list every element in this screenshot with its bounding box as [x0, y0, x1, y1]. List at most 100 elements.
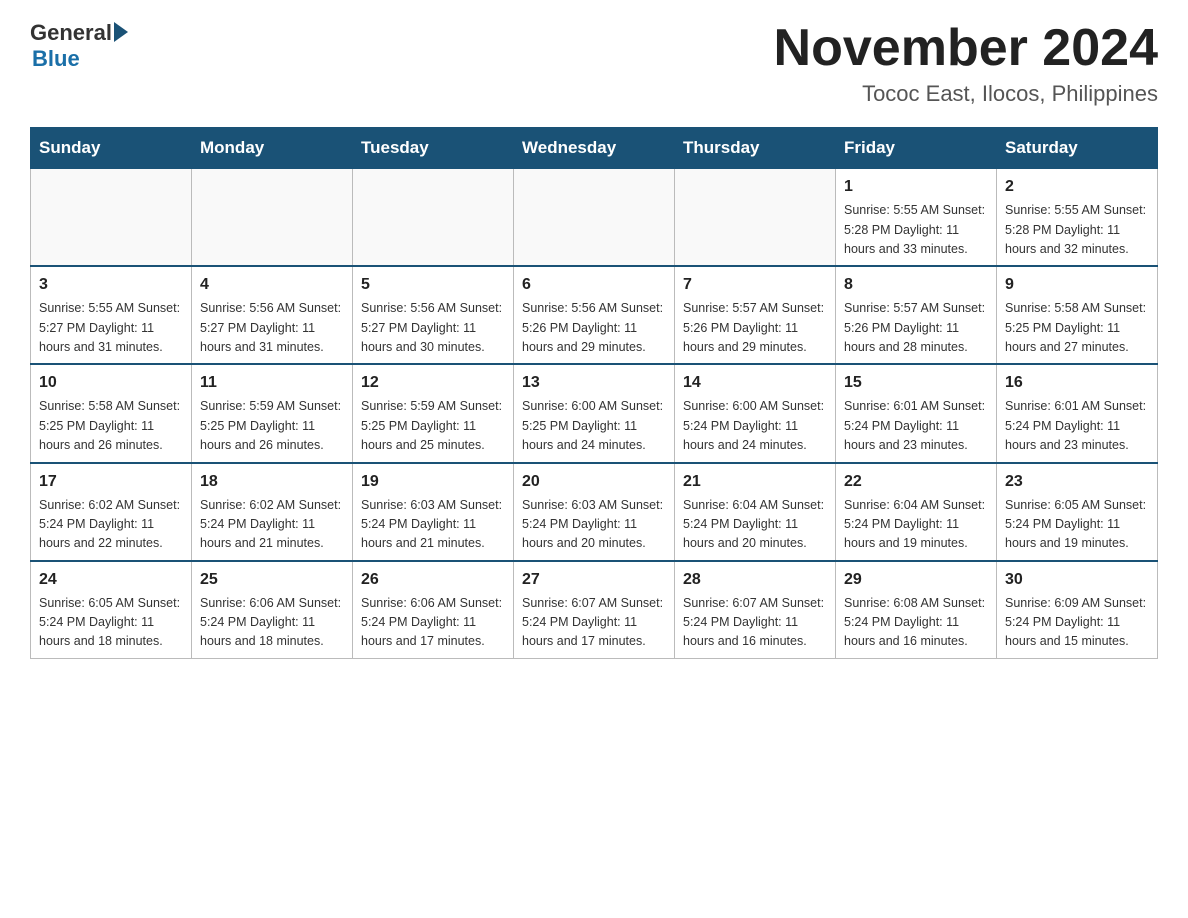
table-row: 27Sunrise: 6:07 AM Sunset: 5:24 PM Dayli… — [514, 561, 675, 659]
header-monday: Monday — [192, 128, 353, 169]
day-info: Sunrise: 5:58 AM Sunset: 5:25 PM Dayligh… — [1005, 299, 1149, 357]
day-info: Sunrise: 5:59 AM Sunset: 5:25 PM Dayligh… — [361, 397, 505, 455]
table-row: 9Sunrise: 5:58 AM Sunset: 5:25 PM Daylig… — [997, 266, 1158, 364]
table-row: 17Sunrise: 6:02 AM Sunset: 5:24 PM Dayli… — [31, 463, 192, 561]
day-number: 4 — [200, 273, 344, 297]
table-row: 11Sunrise: 5:59 AM Sunset: 5:25 PM Dayli… — [192, 364, 353, 462]
day-number: 20 — [522, 470, 666, 494]
header-saturday: Saturday — [997, 128, 1158, 169]
header-friday: Friday — [836, 128, 997, 169]
day-info: Sunrise: 6:09 AM Sunset: 5:24 PM Dayligh… — [1005, 594, 1149, 652]
table-row: 22Sunrise: 6:04 AM Sunset: 5:24 PM Dayli… — [836, 463, 997, 561]
day-info: Sunrise: 6:03 AM Sunset: 5:24 PM Dayligh… — [361, 496, 505, 554]
page-header: General Blue November 2024 Tococ East, I… — [30, 20, 1158, 107]
table-row — [192, 169, 353, 267]
calendar-week-row: 17Sunrise: 6:02 AM Sunset: 5:24 PM Dayli… — [31, 463, 1158, 561]
day-number: 19 — [361, 470, 505, 494]
header-thursday: Thursday — [675, 128, 836, 169]
day-info: Sunrise: 6:04 AM Sunset: 5:24 PM Dayligh… — [683, 496, 827, 554]
table-row: 4Sunrise: 5:56 AM Sunset: 5:27 PM Daylig… — [192, 266, 353, 364]
day-number: 8 — [844, 273, 988, 297]
day-number: 7 — [683, 273, 827, 297]
table-row: 18Sunrise: 6:02 AM Sunset: 5:24 PM Dayli… — [192, 463, 353, 561]
table-row: 26Sunrise: 6:06 AM Sunset: 5:24 PM Dayli… — [353, 561, 514, 659]
day-info: Sunrise: 6:02 AM Sunset: 5:24 PM Dayligh… — [39, 496, 183, 554]
day-number: 13 — [522, 371, 666, 395]
table-row — [353, 169, 514, 267]
header-tuesday: Tuesday — [353, 128, 514, 169]
table-row: 28Sunrise: 6:07 AM Sunset: 5:24 PM Dayli… — [675, 561, 836, 659]
day-info: Sunrise: 6:00 AM Sunset: 5:24 PM Dayligh… — [683, 397, 827, 455]
day-number: 24 — [39, 568, 183, 592]
day-number: 28 — [683, 568, 827, 592]
table-row: 5Sunrise: 5:56 AM Sunset: 5:27 PM Daylig… — [353, 266, 514, 364]
day-info: Sunrise: 6:07 AM Sunset: 5:24 PM Dayligh… — [683, 594, 827, 652]
day-number: 1 — [844, 175, 988, 199]
table-row: 19Sunrise: 6:03 AM Sunset: 5:24 PM Dayli… — [353, 463, 514, 561]
logo-blue-text: Blue — [32, 46, 128, 72]
table-row: 8Sunrise: 5:57 AM Sunset: 5:26 PM Daylig… — [836, 266, 997, 364]
table-row: 20Sunrise: 6:03 AM Sunset: 5:24 PM Dayli… — [514, 463, 675, 561]
table-row: 3Sunrise: 5:55 AM Sunset: 5:27 PM Daylig… — [31, 266, 192, 364]
calendar-week-row: 10Sunrise: 5:58 AM Sunset: 5:25 PM Dayli… — [31, 364, 1158, 462]
day-number: 22 — [844, 470, 988, 494]
table-row — [675, 169, 836, 267]
logo-general-text: General — [30, 20, 112, 46]
day-info: Sunrise: 5:56 AM Sunset: 5:26 PM Dayligh… — [522, 299, 666, 357]
day-info: Sunrise: 6:05 AM Sunset: 5:24 PM Dayligh… — [39, 594, 183, 652]
day-number: 25 — [200, 568, 344, 592]
logo-arrow-icon — [114, 22, 128, 42]
title-block: November 2024 Tococ East, Ilocos, Philip… — [774, 20, 1158, 107]
day-info: Sunrise: 6:04 AM Sunset: 5:24 PM Dayligh… — [844, 496, 988, 554]
calendar-week-row: 1Sunrise: 5:55 AM Sunset: 5:28 PM Daylig… — [31, 169, 1158, 267]
day-info: Sunrise: 5:59 AM Sunset: 5:25 PM Dayligh… — [200, 397, 344, 455]
day-number: 10 — [39, 371, 183, 395]
day-info: Sunrise: 6:05 AM Sunset: 5:24 PM Dayligh… — [1005, 496, 1149, 554]
day-info: Sunrise: 5:56 AM Sunset: 5:27 PM Dayligh… — [361, 299, 505, 357]
day-info: Sunrise: 6:01 AM Sunset: 5:24 PM Dayligh… — [844, 397, 988, 455]
day-info: Sunrise: 6:00 AM Sunset: 5:25 PM Dayligh… — [522, 397, 666, 455]
table-row: 2Sunrise: 5:55 AM Sunset: 5:28 PM Daylig… — [997, 169, 1158, 267]
table-row: 24Sunrise: 6:05 AM Sunset: 5:24 PM Dayli… — [31, 561, 192, 659]
table-row: 6Sunrise: 5:56 AM Sunset: 5:26 PM Daylig… — [514, 266, 675, 364]
calendar-week-row: 3Sunrise: 5:55 AM Sunset: 5:27 PM Daylig… — [31, 266, 1158, 364]
header-wednesday: Wednesday — [514, 128, 675, 169]
day-number: 11 — [200, 371, 344, 395]
calendar-subtitle: Tococ East, Ilocos, Philippines — [774, 81, 1158, 107]
day-number: 9 — [1005, 273, 1149, 297]
day-number: 14 — [683, 371, 827, 395]
day-number: 29 — [844, 568, 988, 592]
day-info: Sunrise: 6:03 AM Sunset: 5:24 PM Dayligh… — [522, 496, 666, 554]
day-number: 3 — [39, 273, 183, 297]
day-number: 18 — [200, 470, 344, 494]
day-info: Sunrise: 6:07 AM Sunset: 5:24 PM Dayligh… — [522, 594, 666, 652]
day-info: Sunrise: 5:55 AM Sunset: 5:28 PM Dayligh… — [844, 201, 988, 259]
day-number: 6 — [522, 273, 666, 297]
table-row: 25Sunrise: 6:06 AM Sunset: 5:24 PM Dayli… — [192, 561, 353, 659]
day-info: Sunrise: 5:55 AM Sunset: 5:27 PM Dayligh… — [39, 299, 183, 357]
day-number: 30 — [1005, 568, 1149, 592]
day-info: Sunrise: 6:02 AM Sunset: 5:24 PM Dayligh… — [200, 496, 344, 554]
day-number: 21 — [683, 470, 827, 494]
day-info: Sunrise: 6:06 AM Sunset: 5:24 PM Dayligh… — [361, 594, 505, 652]
day-number: 27 — [522, 568, 666, 592]
table-row — [514, 169, 675, 267]
day-number: 16 — [1005, 371, 1149, 395]
day-number: 12 — [361, 371, 505, 395]
day-number: 15 — [844, 371, 988, 395]
day-info: Sunrise: 6:06 AM Sunset: 5:24 PM Dayligh… — [200, 594, 344, 652]
day-info: Sunrise: 6:01 AM Sunset: 5:24 PM Dayligh… — [1005, 397, 1149, 455]
table-row: 23Sunrise: 6:05 AM Sunset: 5:24 PM Dayli… — [997, 463, 1158, 561]
table-row: 30Sunrise: 6:09 AM Sunset: 5:24 PM Dayli… — [997, 561, 1158, 659]
day-info: Sunrise: 6:08 AM Sunset: 5:24 PM Dayligh… — [844, 594, 988, 652]
day-number: 17 — [39, 470, 183, 494]
day-info: Sunrise: 5:57 AM Sunset: 5:26 PM Dayligh… — [683, 299, 827, 357]
table-row: 29Sunrise: 6:08 AM Sunset: 5:24 PM Dayli… — [836, 561, 997, 659]
weekday-header-row: Sunday Monday Tuesday Wednesday Thursday… — [31, 128, 1158, 169]
table-row: 10Sunrise: 5:58 AM Sunset: 5:25 PM Dayli… — [31, 364, 192, 462]
table-row — [31, 169, 192, 267]
day-info: Sunrise: 5:56 AM Sunset: 5:27 PM Dayligh… — [200, 299, 344, 357]
day-info: Sunrise: 5:58 AM Sunset: 5:25 PM Dayligh… — [39, 397, 183, 455]
table-row: 21Sunrise: 6:04 AM Sunset: 5:24 PM Dayli… — [675, 463, 836, 561]
day-info: Sunrise: 5:57 AM Sunset: 5:26 PM Dayligh… — [844, 299, 988, 357]
